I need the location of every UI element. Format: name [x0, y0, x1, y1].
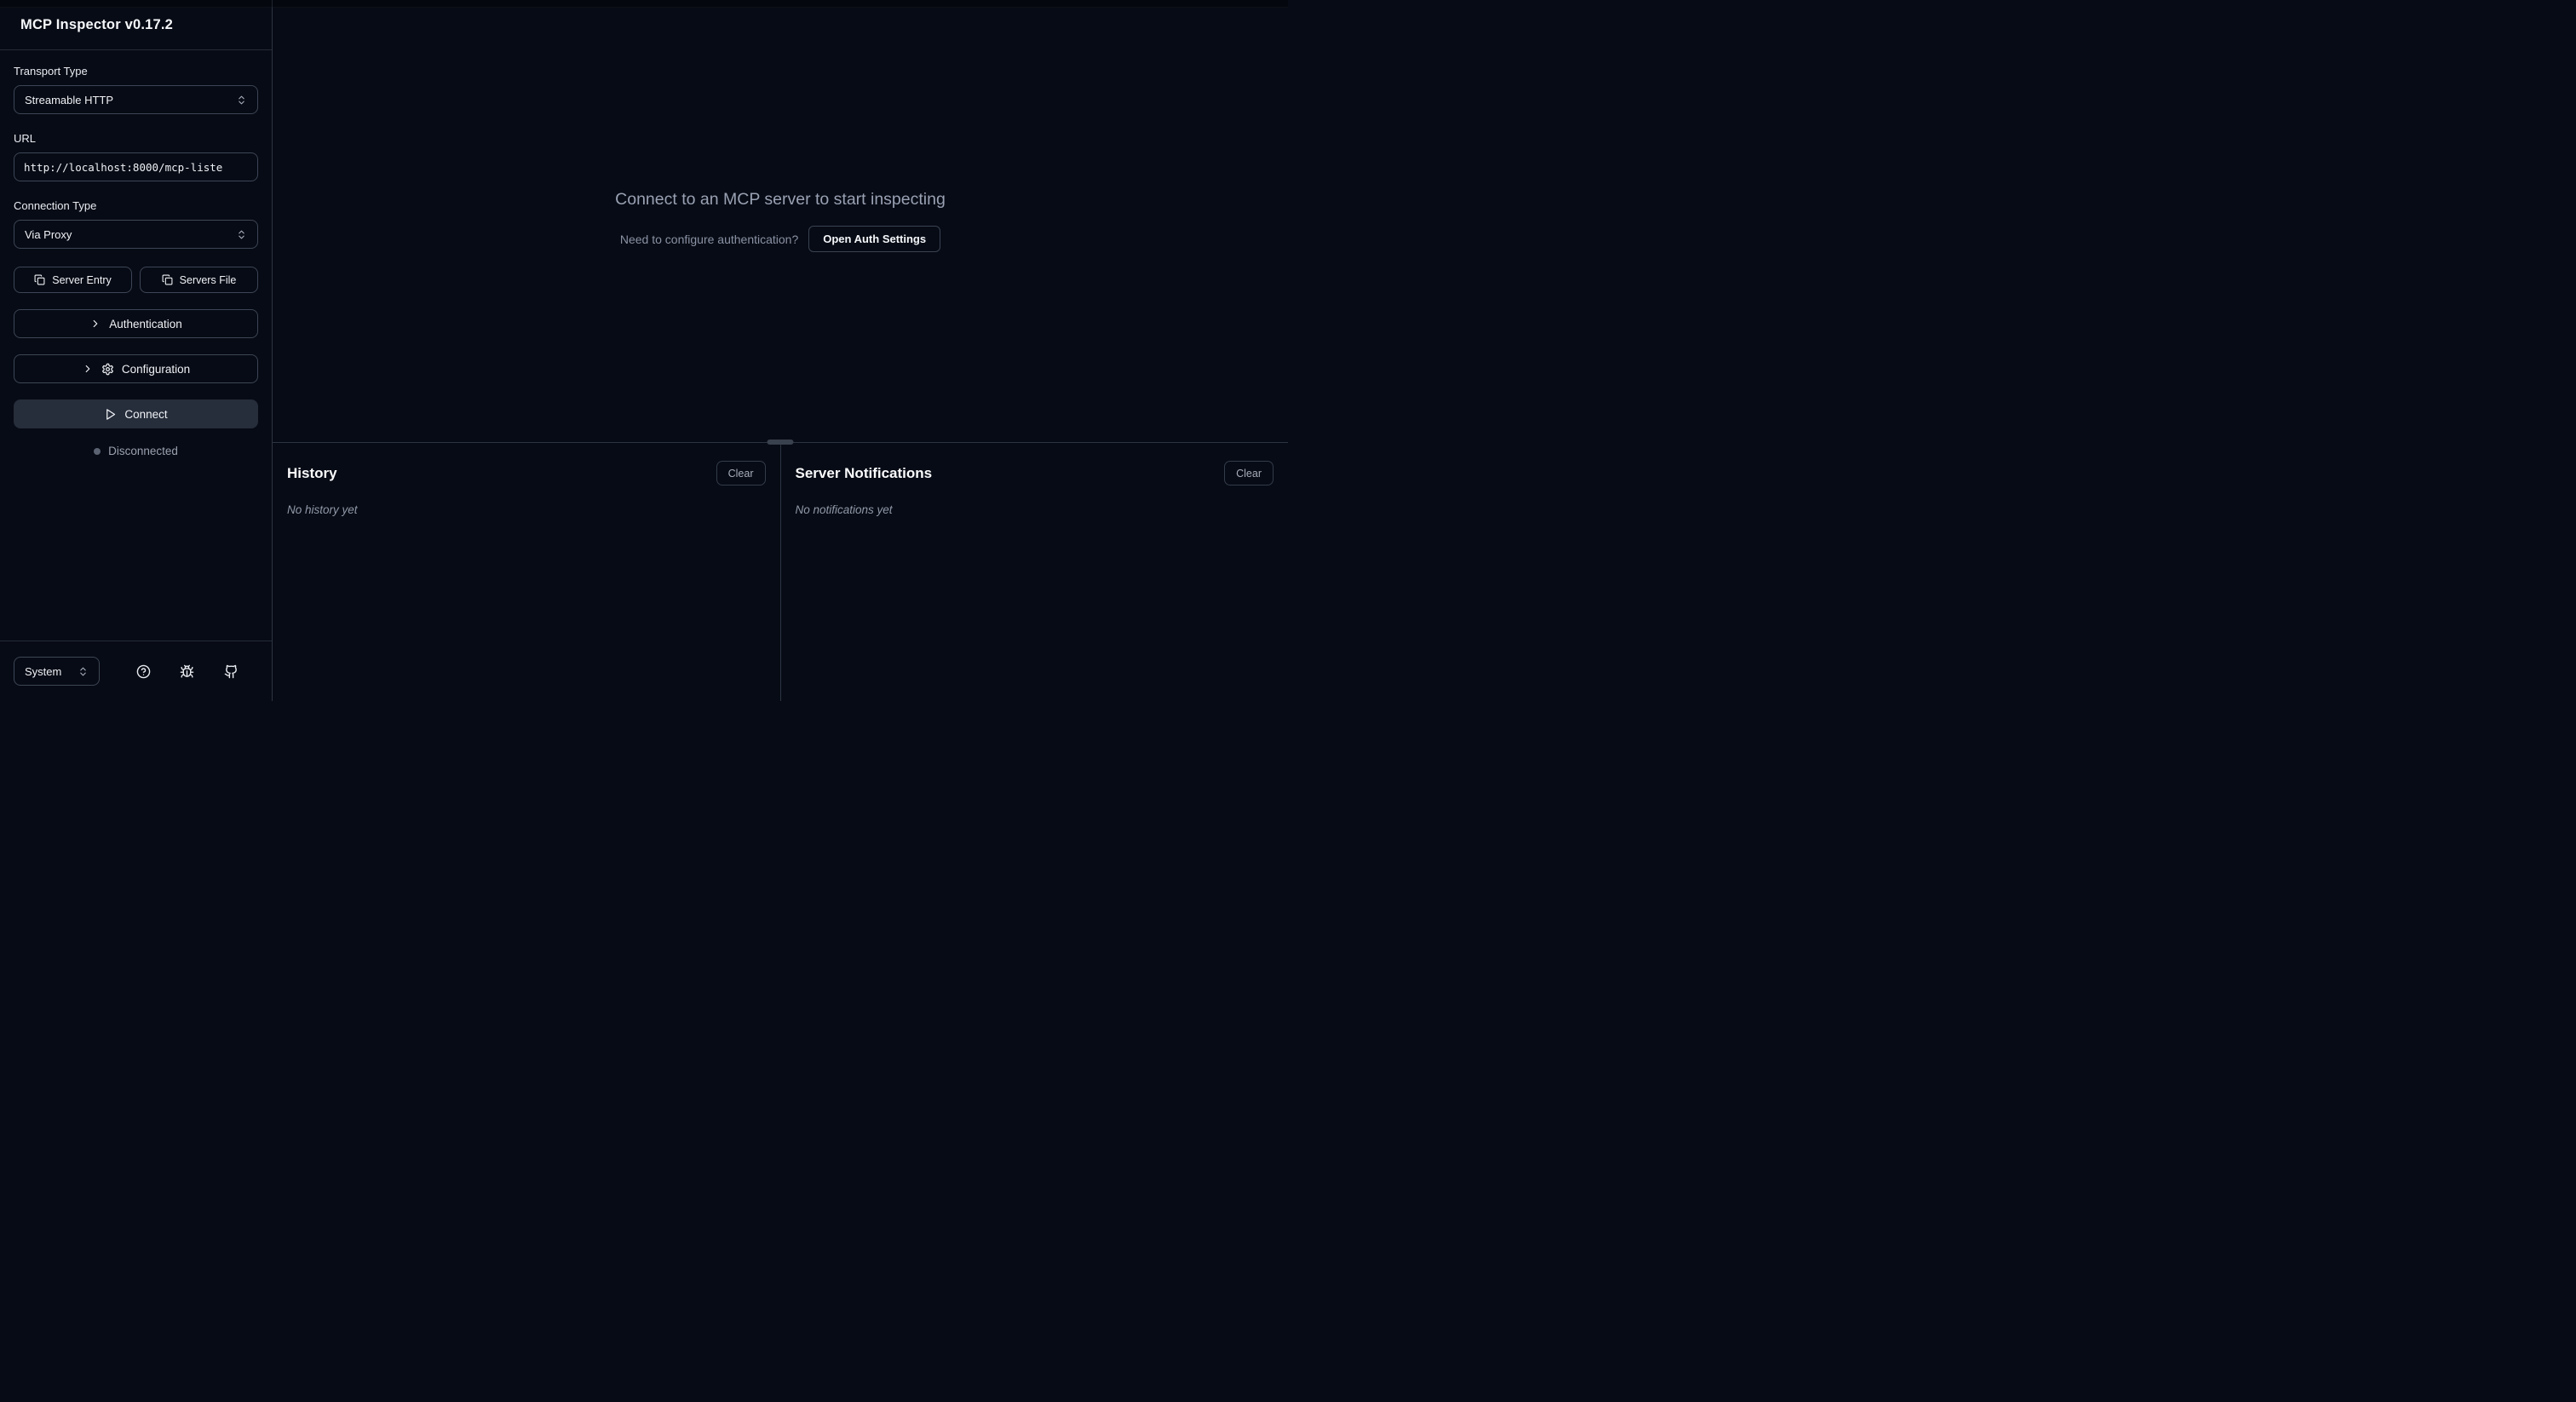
server-notifications-panel: Server Notifications Clear No notificati…	[780, 443, 1289, 701]
bug-icon	[180, 664, 194, 679]
history-panel-header: History Clear	[287, 461, 766, 486]
connection-type-label: Connection Type	[14, 199, 258, 212]
connection-type-value: Via Proxy	[25, 228, 72, 241]
copy-buttons-row: Server Entry Servers File	[14, 267, 258, 293]
theme-select[interactable]: System	[14, 657, 100, 686]
history-clear-button[interactable]: Clear	[716, 461, 766, 486]
chevrons-up-down-icon	[236, 229, 247, 240]
transport-type-value: Streamable HTTP	[25, 94, 113, 106]
transport-type-label: Transport Type	[14, 65, 258, 78]
transport-type-field: Transport Type Streamable HTTP	[14, 65, 258, 114]
split-resize-handle[interactable]	[768, 440, 794, 445]
servers-file-button[interactable]: Servers File	[140, 267, 258, 293]
chevrons-up-down-icon	[236, 95, 247, 106]
notifications-clear-button[interactable]: Clear	[1224, 461, 1274, 486]
status-dot-icon	[94, 448, 101, 455]
github-button[interactable]	[220, 660, 242, 682]
url-field: URL	[14, 132, 258, 181]
transport-type-select[interactable]: Streamable HTTP	[14, 85, 258, 114]
servers-file-label: Servers File	[180, 274, 237, 286]
url-input[interactable]	[14, 152, 258, 181]
chevron-right-icon	[82, 363, 94, 375]
empty-state-title: Connect to an MCP server to start inspec…	[615, 190, 946, 210]
chevrons-up-down-icon	[78, 666, 89, 677]
connection-status: Disconnected	[14, 445, 258, 457]
copy-icon	[162, 274, 173, 285]
history-panel: History Clear No history yet	[273, 443, 780, 701]
bottom-panels: History Clear No history yet Server Noti…	[273, 442, 1288, 701]
gear-icon	[101, 363, 114, 376]
help-button[interactable]	[133, 660, 155, 682]
server-entry-button[interactable]: Server Entry	[14, 267, 132, 293]
connect-label: Connect	[124, 408, 167, 421]
sidebar-footer: System	[0, 641, 272, 701]
authentication-label: Authentication	[109, 318, 182, 330]
sidebar-content: Transport Type Streamable HTTP URL Conne…	[0, 50, 272, 641]
connect-button[interactable]: Connect	[14, 399, 258, 428]
bug-report-button[interactable]	[176, 660, 198, 682]
sidebar: MCP Inspector v0.17.2 Transport Type Str…	[0, 0, 273, 701]
configuration-button[interactable]: Configuration	[14, 354, 258, 383]
auth-row: Need to configure authentication? Open A…	[620, 226, 940, 252]
history-title: History	[287, 465, 337, 482]
configuration-label: Configuration	[122, 363, 190, 376]
copy-icon	[34, 274, 45, 285]
chevron-right-icon	[89, 318, 101, 330]
play-icon	[104, 408, 117, 421]
auth-prompt-text: Need to configure authentication?	[620, 233, 798, 246]
status-label: Disconnected	[108, 445, 178, 457]
server-entry-label: Server Entry	[52, 274, 111, 286]
connection-type-select[interactable]: Via Proxy	[14, 220, 258, 249]
server-notifications-title: Server Notifications	[796, 465, 933, 482]
app-title: MCP Inspector v0.17.2	[20, 17, 173, 33]
notifications-empty-text: No notifications yet	[796, 503, 1274, 516]
mcp-inspector-app: MCP Inspector v0.17.2 Transport Type Str…	[0, 0, 1288, 701]
empty-state: Connect to an MCP server to start inspec…	[273, 0, 1288, 442]
open-auth-settings-button[interactable]: Open Auth Settings	[808, 226, 940, 252]
footer-icons	[122, 660, 253, 682]
sidebar-header: MCP Inspector v0.17.2	[0, 0, 272, 50]
url-label: URL	[14, 132, 258, 145]
history-empty-text: No history yet	[287, 503, 766, 516]
github-icon	[224, 664, 239, 679]
connection-type-field: Connection Type Via Proxy	[14, 199, 258, 249]
help-icon	[136, 664, 151, 679]
server-notifications-header: Server Notifications Clear	[796, 461, 1274, 486]
main-area: Connect to an MCP server to start inspec…	[273, 0, 1288, 701]
authentication-button[interactable]: Authentication	[14, 309, 258, 338]
theme-select-value: System	[25, 665, 61, 678]
